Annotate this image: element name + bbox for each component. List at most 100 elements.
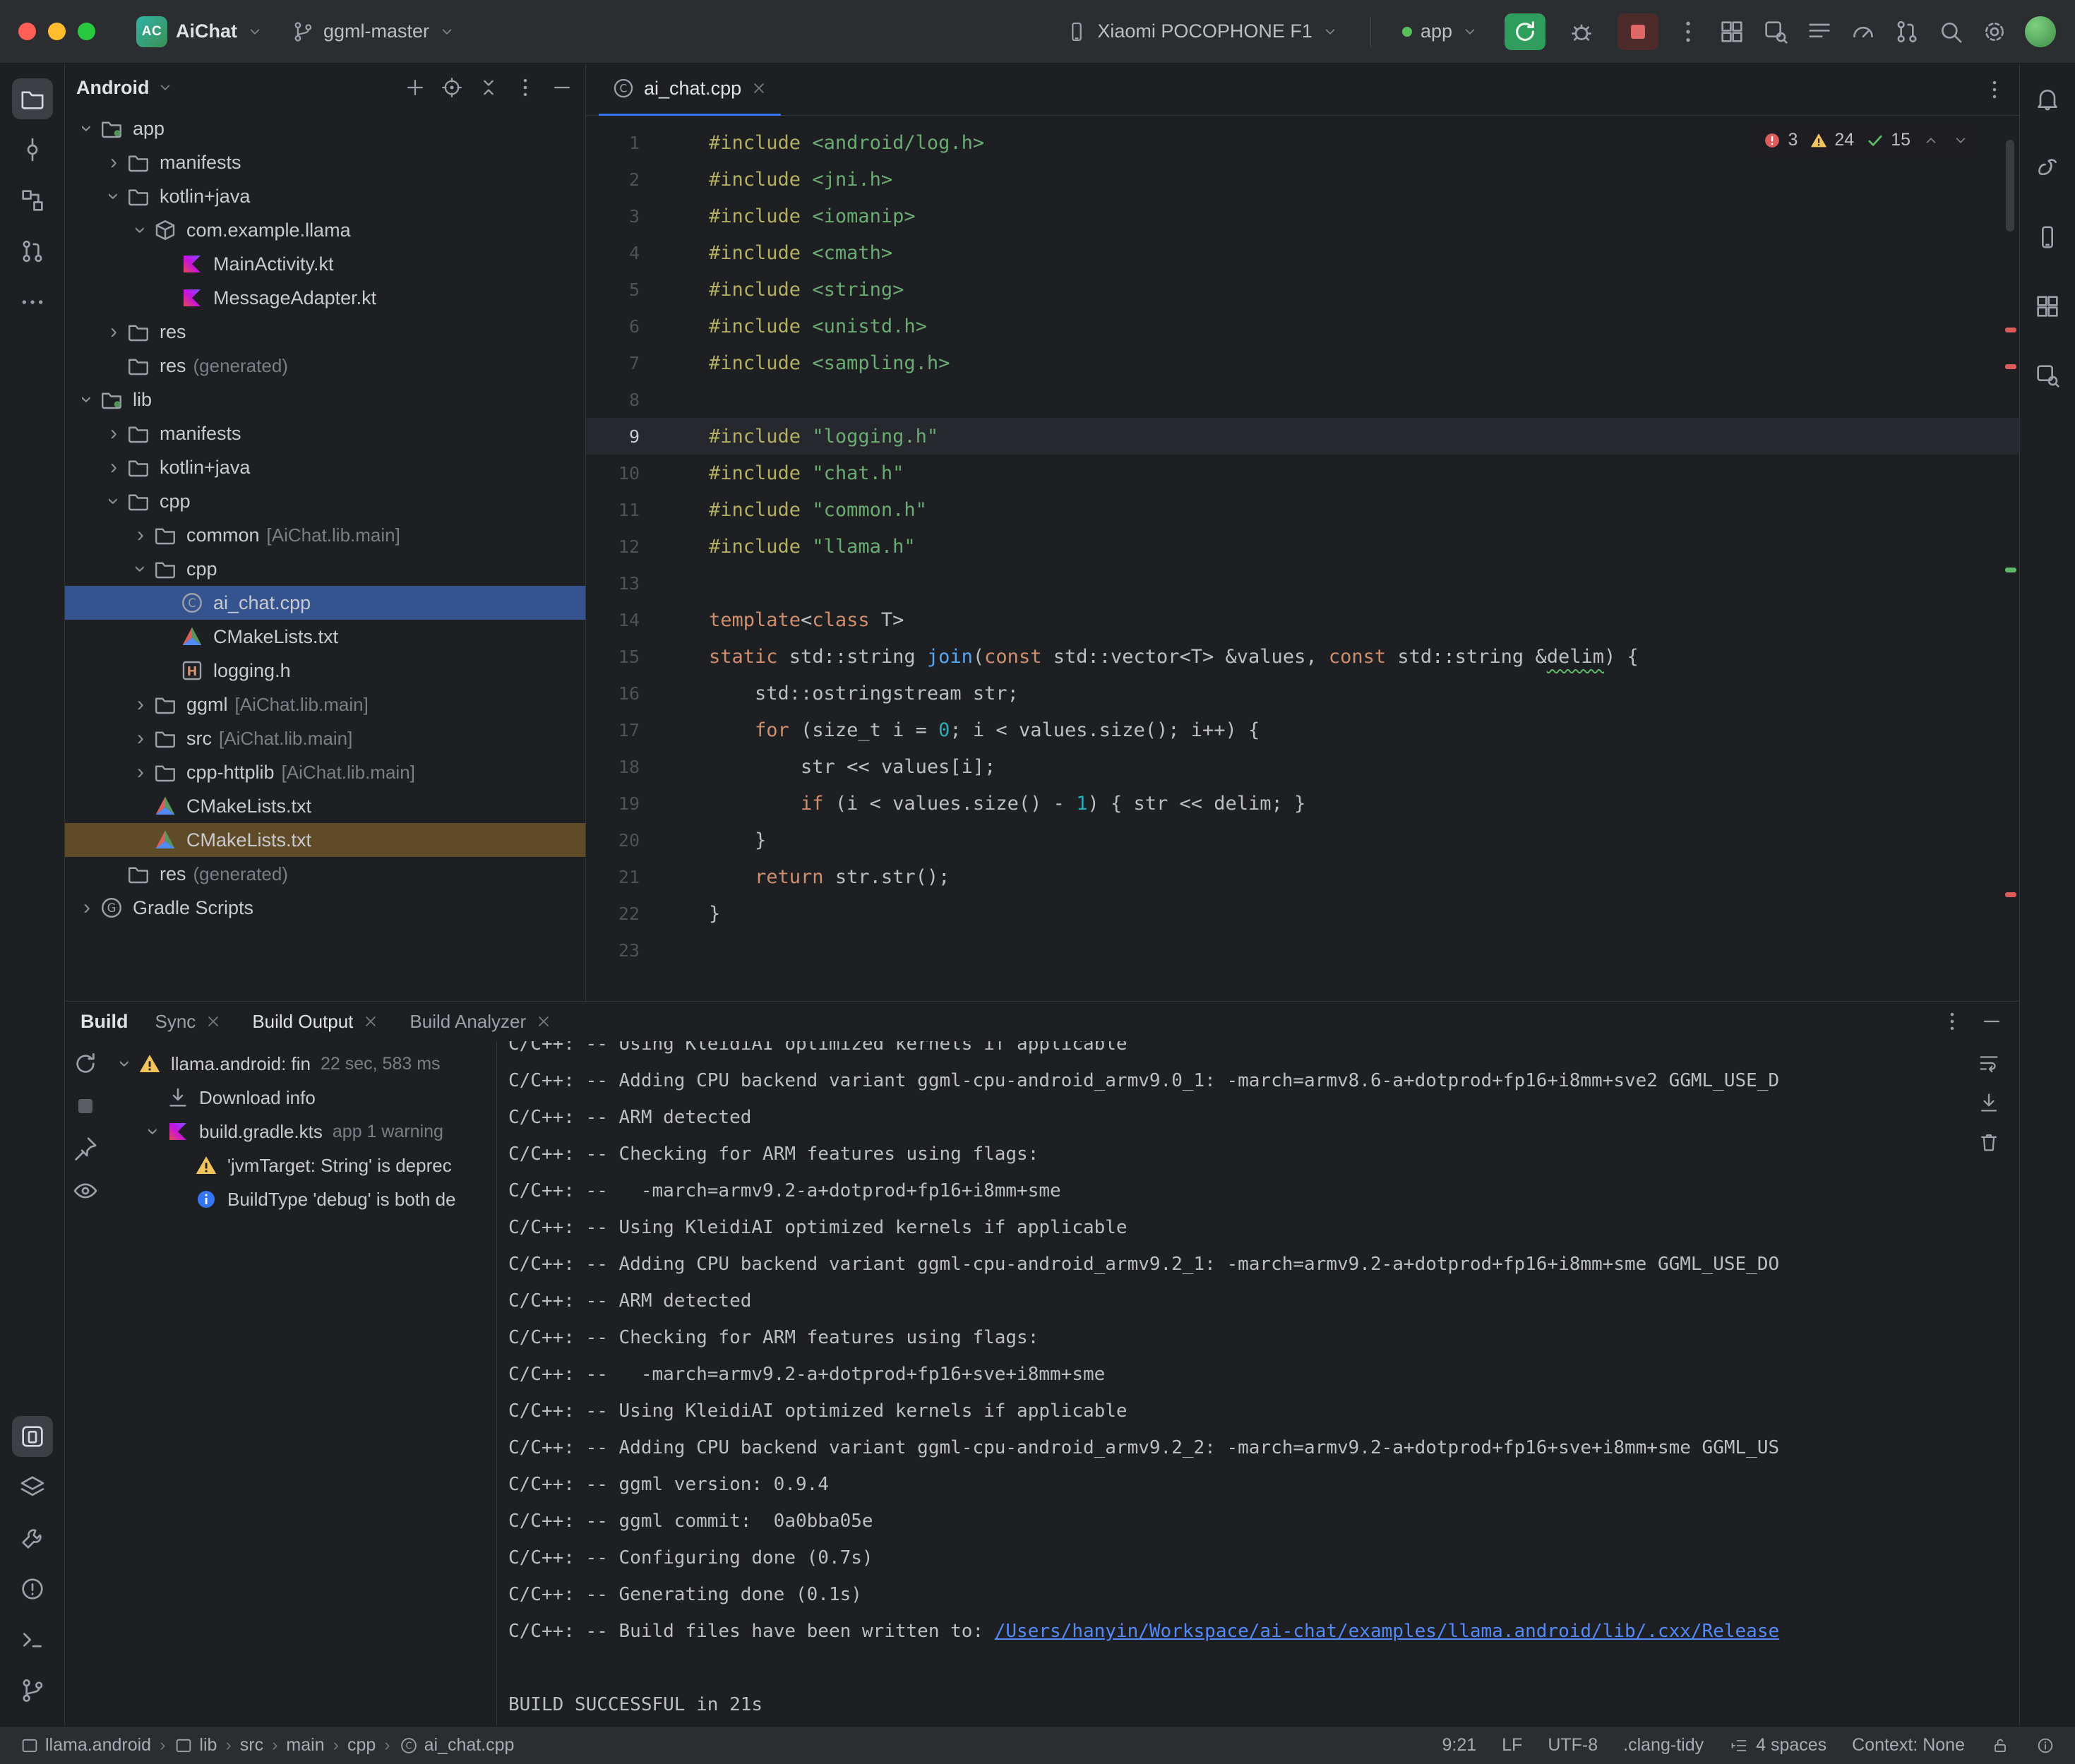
code-line[interactable]: 7#include <sampling.h> <box>586 344 2019 381</box>
breadcrumb-item-llama-android[interactable]: llama.android <box>20 1735 151 1756</box>
previous-problem-icon[interactable] <box>1922 131 1940 150</box>
tree-item-kotlin-java[interactable]: ›kotlin+java <box>65 450 585 484</box>
line-number[interactable]: 20 <box>586 830 651 851</box>
tree-item-mainactivity-kt[interactable]: MainActivity.kt <box>65 247 585 281</box>
zoom-window-button[interactable] <box>78 23 95 40</box>
tree-item-src[interactable]: ›src[AiChat.lib.main] <box>65 721 585 755</box>
gradle-tool-button[interactable] <box>2027 148 2068 188</box>
line-number[interactable]: 8 <box>586 390 651 410</box>
soft-wrap-icon[interactable] <box>1977 1051 2001 1075</box>
commit-tool-button[interactable] <box>12 129 53 170</box>
breadcrumb-item-src[interactable]: src <box>240 1735 263 1756</box>
line-number[interactable]: 11 <box>586 500 651 520</box>
build-tree-item-buildtype-debug-is-both-de[interactable]: BuildType 'debug' is both de <box>106 1182 496 1216</box>
breadcrumb-item-cpp[interactable]: cpp <box>347 1735 376 1756</box>
pull-requests-tool-button[interactable] <box>12 231 53 272</box>
filter-icon[interactable] <box>71 1177 100 1205</box>
code-line[interactable]: 14template<class T> <box>586 601 2019 638</box>
tab-sync[interactable]: Sync <box>153 1002 226 1041</box>
code-line[interactable]: 5#include <string> <box>586 271 2019 308</box>
close-tab-icon[interactable] <box>361 1012 380 1031</box>
project-widget[interactable]: AC AiChat <box>126 11 274 53</box>
collapse-all-icon[interactable] <box>477 76 501 100</box>
tree-item-com-example-llama[interactable]: ›com.example.llama <box>65 213 585 247</box>
warnings-badge[interactable]: 24 <box>1809 130 1854 150</box>
line-number[interactable]: 21 <box>586 867 651 887</box>
version-control-tool-button[interactable] <box>12 1670 53 1711</box>
pin-icon[interactable] <box>71 1134 100 1163</box>
device-explorer-tool-button[interactable] <box>12 1467 53 1508</box>
tree-item-ai-chat-cpp[interactable]: Cai_chat.cpp <box>65 586 585 620</box>
line-number[interactable]: 7 <box>586 353 651 373</box>
more-tool-windows-button[interactable] <box>12 282 53 323</box>
build-panel-title[interactable]: Build <box>80 1011 128 1033</box>
code-line[interactable]: 21 return str.str(); <box>586 858 2019 895</box>
error-stripe-mark[interactable] <box>2005 892 2016 897</box>
breadcrumb-item-ai-chat-cpp[interactable]: Cai_chat.cpp <box>399 1735 515 1756</box>
locate-file-icon[interactable] <box>440 76 464 100</box>
add-icon[interactable] <box>403 76 427 100</box>
code-line[interactable]: 17 for (size_t i = 0; i < values.size();… <box>586 712 2019 748</box>
minimize-window-button[interactable] <box>48 23 66 40</box>
tab-build-output[interactable]: Build Output <box>249 1002 383 1041</box>
line-number[interactable]: 13 <box>586 573 651 594</box>
code-line[interactable]: 20 } <box>586 822 2019 858</box>
line-number[interactable]: 9 <box>586 426 651 447</box>
tree-item-lib[interactable]: ›lib <box>65 383 585 416</box>
expand-chevron-icon[interactable]: › <box>75 389 99 410</box>
caret-position[interactable]: 9:21 <box>1442 1735 1476 1756</box>
tree-item-res[interactable]: res(generated) <box>65 857 585 891</box>
tree-item-ggml[interactable]: ›ggml[AiChat.lib.main] <box>65 688 585 721</box>
build-tree-item-llama-android-fin[interactable]: ›llama.android: fin22 sec, 583 ms <box>106 1047 496 1081</box>
line-number[interactable]: 16 <box>586 683 651 704</box>
expand-chevron-icon[interactable]: › <box>113 1053 137 1074</box>
settings-icon[interactable] <box>1980 18 2009 46</box>
expand-chevron-icon[interactable]: › <box>128 524 153 546</box>
build-options-icon[interactable] <box>1940 1009 1964 1033</box>
branch-widget[interactable]: ggml-master <box>281 14 466 49</box>
error-stripe-mark[interactable] <box>2005 364 2016 369</box>
console-file-link[interactable]: /Users/hanyin/Workspace/ai-chat/examples… <box>995 1621 1779 1642</box>
passed-badge[interactable]: 15 <box>1865 130 1910 150</box>
tree-item-cpp-httplib[interactable]: ›cpp-httplib[AiChat.lib.main] <box>65 755 585 789</box>
profiler-icon[interactable] <box>1849 18 1877 46</box>
code-line[interactable]: 6#include <unistd.h> <box>586 308 2019 344</box>
scroll-to-end-icon[interactable] <box>1977 1091 2001 1115</box>
line-number[interactable]: 6 <box>586 316 651 337</box>
code-line[interactable]: 13 <box>586 565 2019 601</box>
code-line[interactable]: 15static std::string join(const std::vec… <box>586 638 2019 675</box>
line-number[interactable]: 19 <box>586 793 651 814</box>
build-tool-button[interactable] <box>12 1518 53 1559</box>
tree-item-cpp[interactable]: ›cpp <box>65 484 585 518</box>
indent-selector[interactable]: 4 spaces <box>1729 1735 1826 1756</box>
build-tree-item-jvmtarget-string-is-deprec[interactable]: 'jvmTarget: String' is deprec <box>106 1148 496 1182</box>
code-line[interactable]: 16 std::ostringstream str; <box>586 675 2019 712</box>
tree-item-res[interactable]: res(generated) <box>65 349 585 383</box>
debug-app-button[interactable] <box>1561 13 1602 50</box>
expand-chevron-icon[interactable]: › <box>128 220 153 241</box>
line-number[interactable]: 22 <box>586 904 651 924</box>
code-line[interactable]: 8 <box>586 381 2019 418</box>
clear-console-icon[interactable] <box>1977 1130 2001 1154</box>
assistant-tool-button[interactable] <box>2027 355 2068 396</box>
line-ending-selector[interactable]: LF <box>1502 1735 1522 1756</box>
status-info-icon[interactable] <box>2035 1736 2055 1756</box>
structure-tool-button[interactable] <box>12 180 53 221</box>
rerun-app-button[interactable] <box>1505 13 1545 50</box>
code-line[interactable]: 10#include "chat.h" <box>586 455 2019 491</box>
code-line[interactable]: 18 str << values[i]; <box>586 748 2019 785</box>
context-selector[interactable]: Context: None <box>1852 1735 1965 1756</box>
expand-chevron-icon[interactable]: › <box>128 728 153 749</box>
linter-status[interactable]: .clang-tidy <box>1623 1735 1704 1756</box>
editor-scrollbar-thumb[interactable] <box>2006 140 2014 232</box>
editor-tab[interactable]: C ai_chat.cpp <box>599 64 781 116</box>
device-selector[interactable]: Xiaomi POCOPHONE F1 <box>1055 14 1349 49</box>
editor-options-icon[interactable] <box>1983 78 2007 102</box>
line-number[interactable]: 14 <box>586 610 651 630</box>
line-number[interactable]: 23 <box>586 940 651 961</box>
more-actions-icon[interactable] <box>1674 18 1702 46</box>
tree-item-cmakelists-txt[interactable]: CMakeLists.txt <box>65 620 585 654</box>
hide-panel-icon[interactable] <box>550 76 574 100</box>
tree-item-app[interactable]: ›app <box>65 112 585 145</box>
close-tab-icon[interactable] <box>204 1012 222 1031</box>
